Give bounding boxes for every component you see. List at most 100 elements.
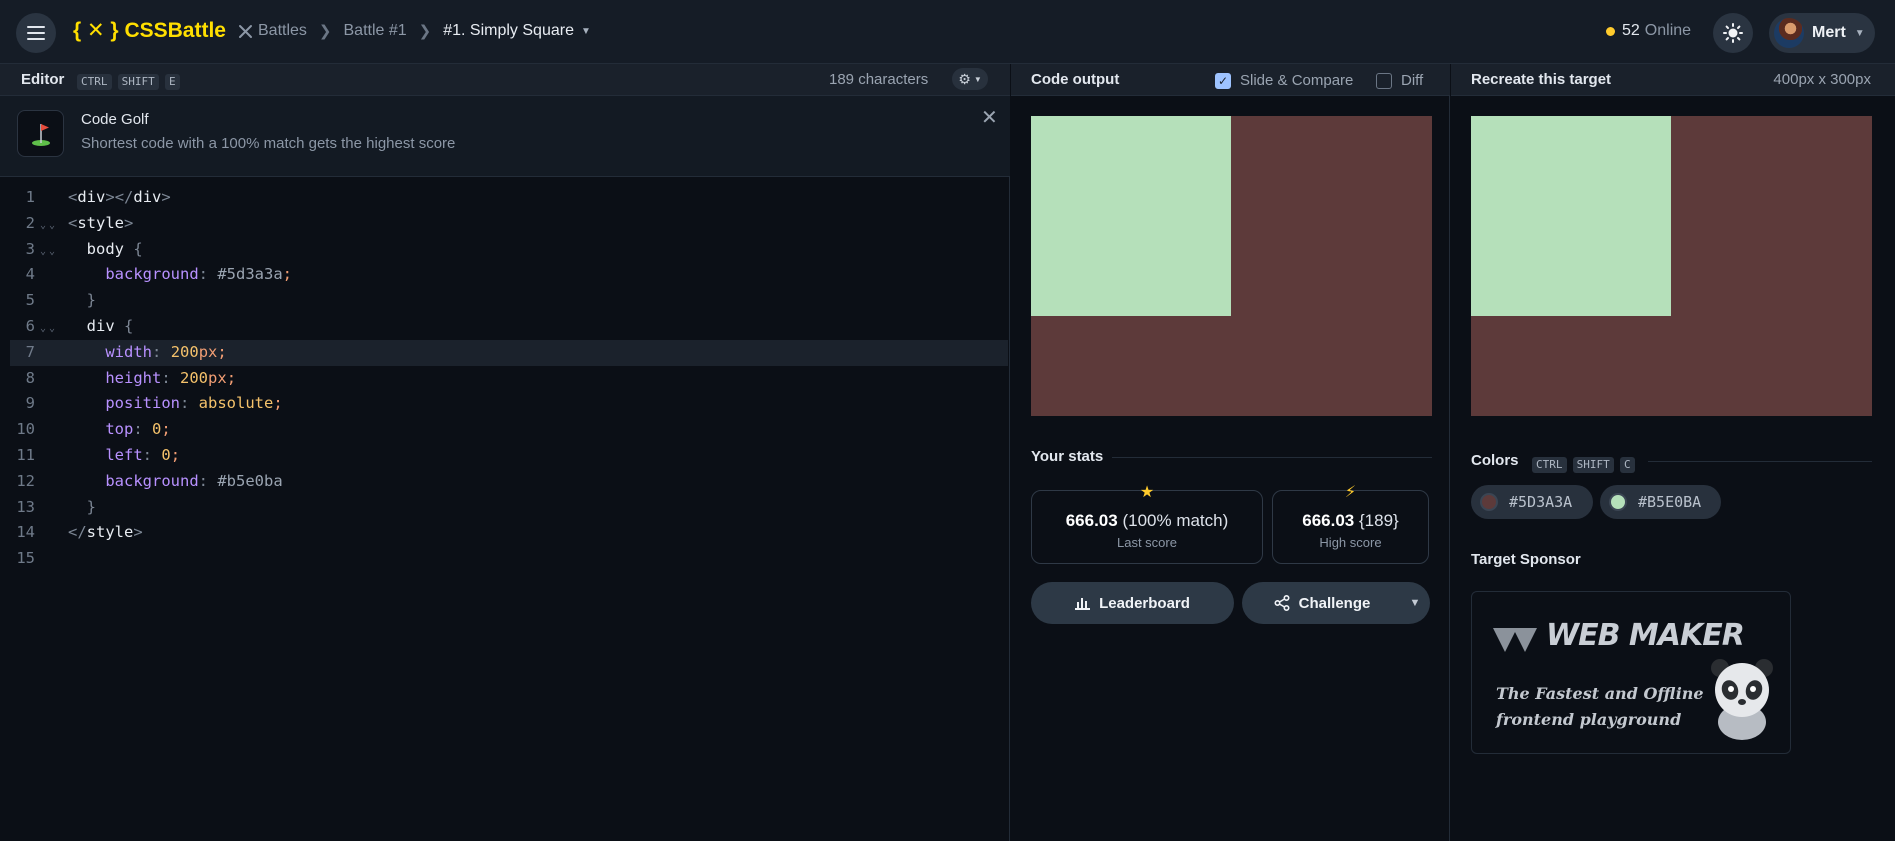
code-line[interactable]: 9 position: absolute; [10, 391, 1008, 417]
close-icon[interactable]: ✕ [981, 108, 998, 128]
colors-shortcut: CTRL SHIFT C [1530, 455, 1635, 473]
online-indicator: 52 Online [1606, 22, 1691, 40]
target-image[interactable] [1471, 116, 1872, 416]
color-hex-1: #5D3A3A [1509, 493, 1573, 511]
bolt-icon: ⚡ [1344, 484, 1357, 501]
code-text: height: 200px; [105, 368, 237, 387]
character-count: 189 characters [829, 71, 929, 88]
kbd-shift: SHIFT [1572, 457, 1614, 473]
code-line[interactable]: 2 ⌄⌄ <style> [10, 211, 1008, 237]
code-text: } [86, 291, 97, 310]
avatar [1774, 18, 1804, 48]
code-line[interactable]: 5 } [10, 288, 1008, 314]
code-text: </style> [68, 523, 143, 542]
high-score-value: 666.03 [1302, 511, 1355, 530]
user-menu-button[interactable]: Mert ▼ [1769, 13, 1875, 53]
fold-chevron-icon[interactable]: ⌄⌄ [40, 239, 58, 265]
code-line[interactable]: 10 top: 0; [10, 417, 1008, 443]
theme-toggle-button[interactable] [1713, 13, 1753, 53]
sponsor-heading: Target Sponsor [1471, 551, 1581, 568]
divider [1112, 457, 1432, 458]
code-line[interactable]: 8 height: 200px; [10, 366, 1008, 392]
code-line[interactable]: 1 <div></div> [10, 185, 1008, 211]
code-text: position: absolute; [105, 394, 283, 413]
code-editor[interactable]: 1 <div></div> 2 ⌄⌄ <style> 3 ⌄⌄ body {4 backgr… [10, 185, 1008, 572]
high-score-card: ⚡ 666.03 {189} High score [1272, 484, 1429, 564]
chevron-right-icon: ❯ [418, 23, 432, 40]
code-line[interactable]: 4 background: #5d3a3a; [10, 262, 1008, 288]
code-text: background: #b5e0ba [105, 471, 283, 490]
top-bar: { ✕ } CSSBattle Battles ❯ Battle #1 ❯ #1… [0, 0, 1895, 64]
sun-icon [1723, 23, 1743, 43]
gear-icon: ⚙ [958, 70, 971, 87]
code-text: div { [86, 316, 134, 335]
chevron-down-icon: ▼ [973, 74, 982, 84]
editor-settings-button[interactable]: ⚙ ▼ [952, 68, 988, 90]
code-line[interactable]: 15 [10, 546, 1008, 572]
line-number: 8 [25, 368, 35, 387]
kbd-key: C [1619, 457, 1635, 473]
share-icon [1274, 595, 1290, 611]
chevron-down-icon[interactable]: ▼ [1400, 582, 1430, 624]
menu-button[interactable] [16, 13, 56, 53]
last-score: 666.03 (100% match) [1032, 511, 1262, 531]
diff-checkbox[interactable]: Diff [1376, 72, 1423, 89]
line-number: 4 [25, 265, 35, 284]
color-swatch-2[interactable]: #B5E0BA [1600, 485, 1721, 519]
code-line[interactable]: 3 ⌄⌄ body { [10, 237, 1008, 263]
fold-chevron-icon[interactable]: ⌄⌄ [40, 213, 58, 239]
color-dot-icon [1480, 493, 1498, 511]
editor-header: Editor CTRL SHIFT E 189 characters ⚙ ▼ [0, 64, 1010, 96]
fold-chevron-icon[interactable]: ⌄⌄ [40, 316, 58, 342]
line-number: 10 [16, 420, 35, 439]
line-number: 13 [16, 497, 35, 516]
kbd-ctrl: CTRL [1532, 457, 1567, 473]
tip-description: Shortest code with a 100% match gets the… [81, 135, 456, 152]
code-line[interactable]: 14 </style> [10, 520, 1008, 546]
chevron-right-icon: ❯ [318, 23, 332, 40]
user-name: Mert [1812, 24, 1846, 41]
editor-title: Editor [21, 71, 65, 88]
cssbattle-logo[interactable]: { ✕ } CSSBattle [73, 18, 226, 43]
code-line[interactable]: 6 ⌄⌄ div { [10, 314, 1008, 340]
target-square [1471, 116, 1671, 316]
checkbox-unchecked-icon [1376, 72, 1392, 89]
line-number: 5 [25, 291, 35, 310]
code-output-canvas[interactable] [1031, 116, 1432, 416]
code-line[interactable]: 12 background: #b5e0ba [10, 469, 1008, 495]
line-number: 2 [25, 213, 35, 232]
breadcrumb-current-target[interactable]: #1. Simply Square [443, 22, 574, 40]
high-score-label: High score [1319, 535, 1382, 550]
line-number: 14 [16, 523, 35, 542]
checkbox-checked-icon: ✓ [1215, 72, 1231, 89]
code-line[interactable]: 13 } [10, 495, 1008, 521]
target-header: Recreate this target 400px x 300px [1451, 64, 1895, 96]
color-hex-2: #B5E0BA [1638, 493, 1702, 511]
chevron-down-icon: ▼ [1854, 27, 1865, 39]
code-text: top: 0; [105, 420, 171, 439]
breadcrumb-battles[interactable]: Battles [258, 22, 307, 40]
sponsor-name: WEB MAKER [1546, 618, 1745, 653]
bar-chart-icon [1075, 597, 1091, 610]
line-number: 9 [25, 394, 35, 413]
high-score-chars: {189} [1359, 511, 1399, 530]
target-dimensions: 400px x 300px [1773, 71, 1871, 88]
chevron-down-icon[interactable]: ▼ [581, 26, 591, 37]
output-panel: Code output ✓ Slide & Compare Diff Your … [1011, 64, 1450, 841]
code-line[interactable]: 11 left: 0; [10, 443, 1008, 469]
last-score-value: 666.03 [1065, 511, 1118, 530]
color-swatch-1[interactable]: #5D3A3A [1471, 485, 1593, 519]
kbd-ctrl: CTRL [77, 74, 112, 90]
slide-compare-checkbox[interactable]: ✓ Slide & Compare [1215, 72, 1353, 89]
line-number: 12 [16, 471, 35, 490]
online-count: 52 [1622, 22, 1640, 39]
breadcrumb-battle[interactable]: Battle #1 [344, 22, 407, 40]
sponsor-banner[interactable]: WEB MAKER The Fastest and Offline fronte… [1471, 591, 1791, 754]
line-number: 6 [25, 316, 35, 335]
code-text: <style> [68, 213, 134, 232]
output-header: Code output ✓ Slide & Compare Diff [1011, 64, 1450, 96]
code-line[interactable]: 7 width: 200px; [10, 339, 1008, 366]
leaderboard-button[interactable]: Leaderboard [1031, 582, 1234, 624]
crossed-swords-icon [239, 24, 252, 38]
challenge-label: Challenge [1298, 594, 1371, 612]
